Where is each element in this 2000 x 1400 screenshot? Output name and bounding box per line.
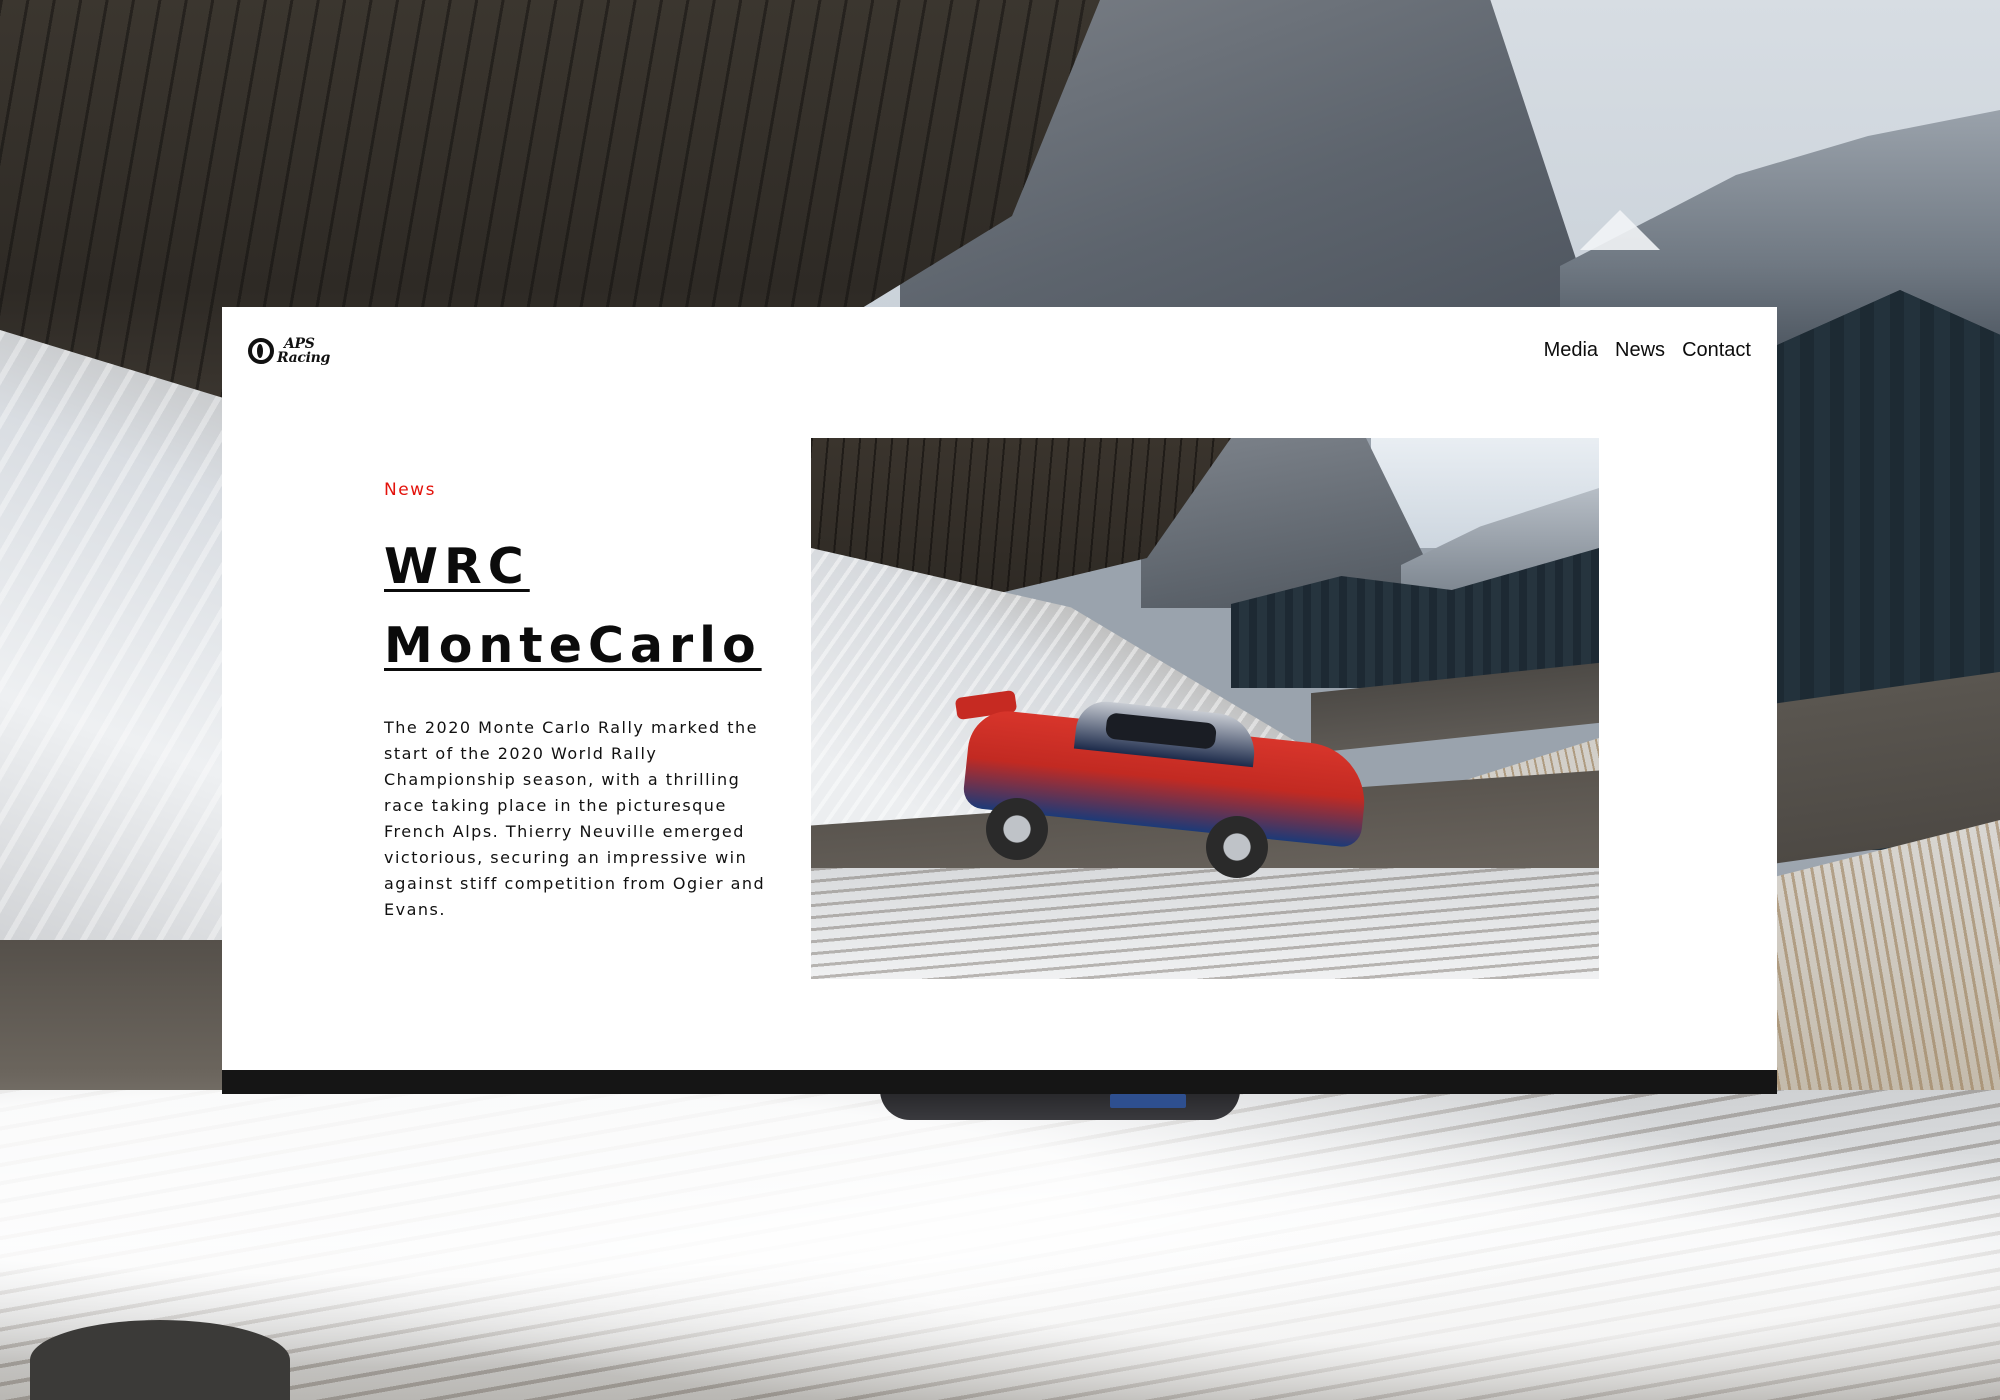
nav-link-news[interactable]: News: [1615, 339, 1665, 362]
article-card: APS Racing Media News Contact News WRC M…: [222, 307, 1777, 1070]
card-footer-bar: [222, 1070, 1777, 1094]
nav-link-contact[interactable]: Contact: [1682, 339, 1751, 362]
rally-car-illustration: [954, 688, 1376, 878]
brand-logo[interactable]: APS Racing: [248, 337, 330, 365]
article-title[interactable]: WRC MonteCarlo: [384, 527, 762, 685]
main-nav: Media News Contact: [1544, 339, 1751, 362]
feature-image: [811, 438, 1599, 979]
logo-line-2: Racing: [277, 350, 331, 366]
logo-mark-icon: [248, 338, 274, 364]
article-title-line-1: WRC: [384, 538, 530, 595]
article-body: The 2020 Monte Carlo Rally marked the st…: [384, 718, 766, 919]
article-category: News: [384, 480, 436, 500]
logo-text: APS Racing: [277, 337, 330, 365]
logo-line-1: APS: [284, 336, 315, 352]
nav-link-media[interactable]: Media: [1544, 339, 1598, 362]
wheel-icon: [986, 798, 1048, 860]
article-title-line-2: MonteCarlo: [384, 617, 762, 674]
wheel-icon: [1206, 816, 1268, 878]
